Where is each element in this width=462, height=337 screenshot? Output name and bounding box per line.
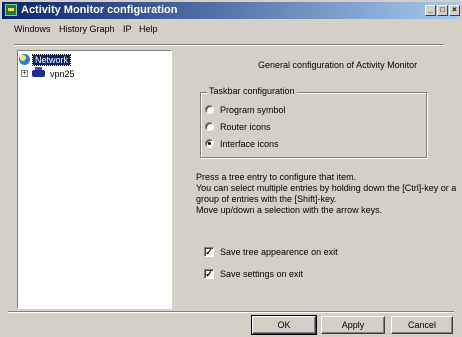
checkbox-save-tree-appearence[interactable]: ✓ Save tree appearence on exit: [204, 247, 354, 259]
help-line: You can select multiple entries by holdi…: [196, 183, 457, 193]
radio-button[interactable]: [205, 105, 214, 114]
close-button[interactable]: ×: [449, 5, 460, 16]
network-globe-icon: [19, 54, 30, 65]
radio-label: Program symbol: [220, 105, 286, 115]
group-legend: Taskbar configuration: [207, 86, 297, 96]
radio-button[interactable]: [205, 122, 214, 131]
checkbox-save-settings[interactable]: ✓ Save settings on exit: [204, 269, 354, 281]
radio-label: Router icons: [220, 122, 271, 132]
radio-router-icons[interactable]: Router icons: [205, 122, 325, 134]
window-title: Activity Monitor configuration: [21, 4, 178, 16]
minimize-button[interactable]: _: [425, 5, 436, 16]
checkbox-checked[interactable]: ✓: [204, 247, 214, 257]
radio-label: Interface icons: [220, 139, 279, 149]
checkbox-label: Save tree appearence on exit: [220, 247, 338, 257]
menu-history-graph[interactable]: History Graph: [59, 24, 115, 34]
router-icon: [32, 67, 45, 77]
menu-bar: Windows History Graph IP Help: [2, 21, 460, 37]
title-bar[interactable]: Activity Monitor configuration _ □ ×: [2, 2, 460, 19]
taskbar-configuration-group: Taskbar configuration Program symbol Rou…: [200, 86, 427, 158]
maximize-button[interactable]: □: [437, 5, 448, 16]
radio-button-selected[interactable]: [205, 139, 214, 148]
menu-help[interactable]: Help: [139, 24, 158, 34]
app-icon: [5, 4, 17, 16]
help-text: Press a tree entry to configure that ite…: [196, 172, 458, 216]
radio-dot: [208, 142, 211, 145]
menu-ip[interactable]: IP: [123, 24, 132, 34]
network-tree[interactable]: Network + vpn25: [17, 50, 172, 309]
help-line: group of entries with the [Shift]-key.: [196, 194, 337, 204]
tree-item-vpn25[interactable]: + vpn25: [18, 67, 98, 81]
expand-toggle[interactable]: +: [21, 70, 28, 77]
menu-separator: [14, 44, 444, 46]
help-line: Move up/down a selection with the arrow …: [196, 205, 383, 215]
tree-item-label: vpn25: [50, 69, 75, 79]
radio-program-symbol[interactable]: Program symbol: [205, 105, 325, 117]
tree-item-network[interactable]: Network: [18, 54, 98, 67]
checkbox-label: Save settings on exit: [220, 269, 304, 279]
radio-interface-icons[interactable]: Interface icons: [205, 139, 325, 151]
ok-button[interactable]: OK: [251, 315, 317, 335]
help-line: Press a tree entry to configure that ite…: [196, 172, 357, 182]
apply-button[interactable]: Apply: [321, 316, 385, 334]
button-separator: [8, 311, 454, 313]
menu-windows[interactable]: Windows: [14, 24, 51, 34]
cancel-button[interactable]: Cancel: [391, 316, 453, 334]
tree-item-label: Network: [31, 54, 72, 66]
checkbox-checked[interactable]: ✓: [204, 269, 214, 279]
panel-heading: General configuration of Activity Monito…: [258, 60, 418, 70]
